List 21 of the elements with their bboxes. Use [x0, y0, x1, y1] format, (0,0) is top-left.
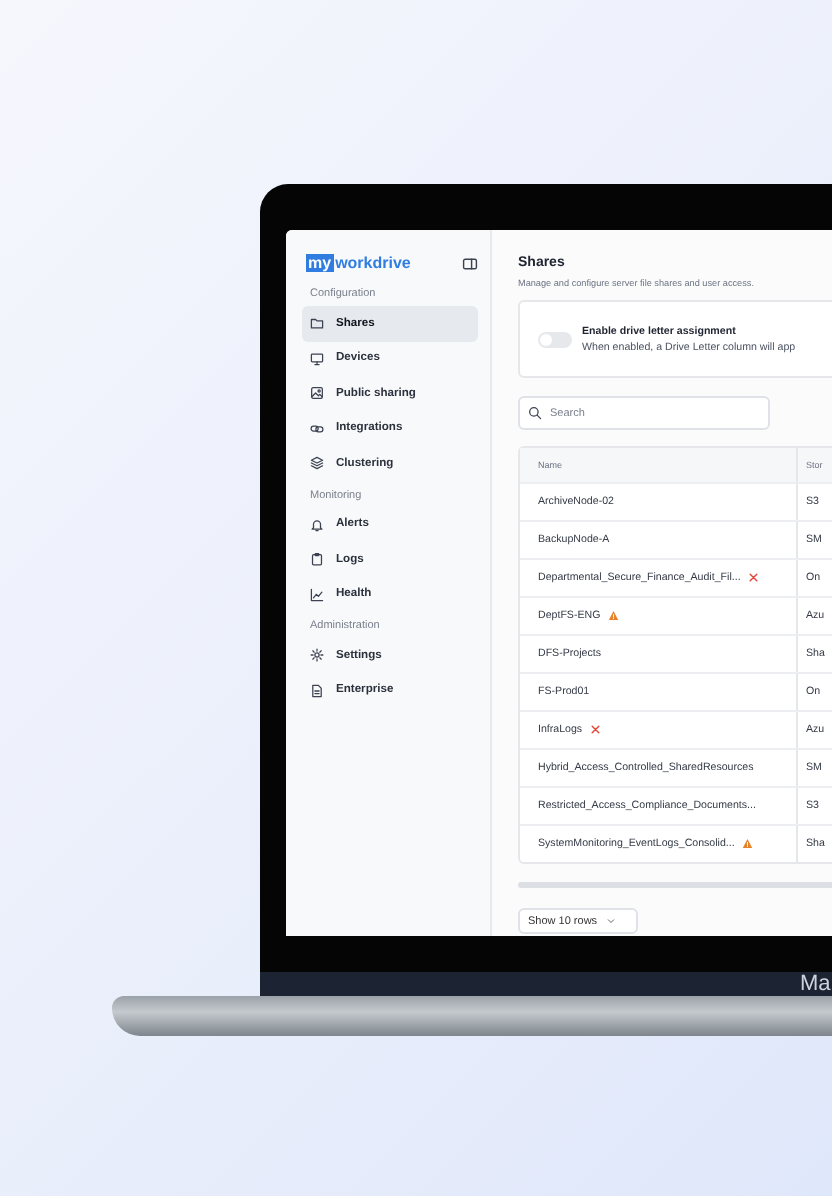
- monitor-icon: [310, 351, 324, 366]
- toggle-switch[interactable]: [538, 331, 572, 347]
- sidebar-toggle-icon[interactable]: [462, 255, 478, 271]
- clipboard-icon: [310, 552, 324, 567]
- error-cross-icon: [748, 572, 760, 584]
- document-icon: [310, 683, 324, 698]
- logo-badge: my: [306, 254, 334, 272]
- logo-wordmark: workdrive: [335, 254, 411, 272]
- gear-icon: [310, 648, 324, 663]
- link-icon: [310, 421, 324, 436]
- chevron-down-icon: [605, 916, 616, 926]
- bell-icon: [310, 517, 324, 532]
- error-cross-icon: [590, 724, 602, 736]
- layers-icon: [310, 456, 324, 471]
- warning-triangle-icon: [608, 610, 620, 622]
- folder-icon: [310, 316, 324, 331]
- chart-icon: [310, 587, 324, 602]
- warning-triangle-icon: [742, 838, 754, 850]
- laptop-label: Ma: [800, 972, 831, 996]
- search-icon: [528, 406, 542, 420]
- image-share-icon: [310, 386, 324, 401]
